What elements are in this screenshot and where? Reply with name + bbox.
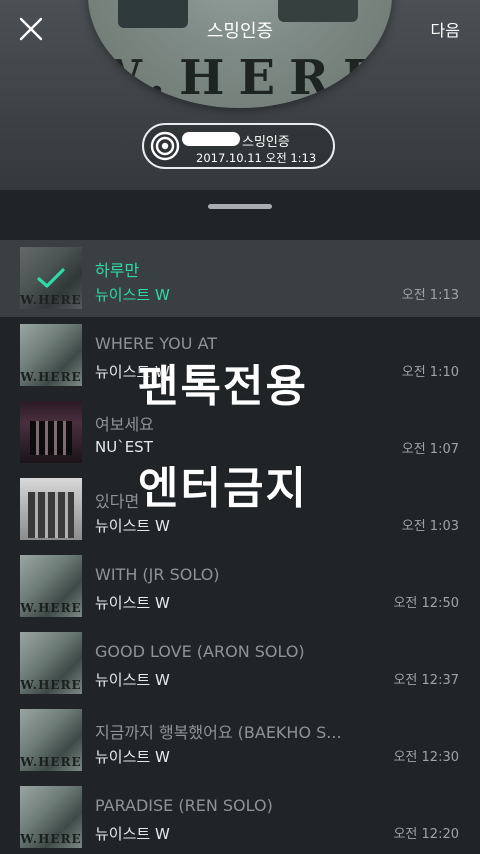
song-row[interactable]: 있다면뉴이스트 W 오전 1:03: [0, 471, 480, 548]
sheet-drag-handle[interactable]: [208, 204, 272, 209]
close-icon: [19, 17, 43, 41]
song-title: 여보세요: [95, 415, 154, 434]
song-list: 하루만뉴이스트 W 오전 1:13 WHERE YOU AT 뉴이스트 W 오전 1:1…: [0, 240, 480, 854]
album-thumbnail: [20, 632, 82, 694]
song-list-sheet: 하루만뉴이스트 W 오전 1:13 WHERE YOU AT 뉴이스트 W 오전 1:1…: [0, 191, 480, 854]
album-thumbnail: [20, 709, 82, 771]
song-played-time: 오전 12:20: [393, 827, 459, 842]
song-row[interactable]: PARADISE (REN SOLO) 뉴이스트 W 오전 12:20: [0, 779, 480, 854]
song-artist: NU`EST: [95, 438, 153, 456]
song-row[interactable]: 하루만뉴이스트 W 오전 1:13: [0, 240, 480, 317]
next-button[interactable]: 다음: [431, 17, 460, 41]
song-artist: 뉴이스트 W: [95, 363, 170, 381]
album-art-disc: W.HERE: [88, 0, 392, 108]
auth-badge-label: 스밍인증: [242, 135, 290, 150]
song-artist: 뉴이스트 W: [95, 825, 170, 843]
song-row[interactable]: 여보세요 NU`EST 오전 1:07: [0, 394, 480, 471]
song-artist: 뉴이스트 W: [95, 748, 170, 766]
song-artist: 뉴이스트 W: [95, 594, 170, 612]
song-title: WHERE YOU AT: [95, 334, 218, 353]
song-played-time: 오전 12:37: [393, 673, 459, 688]
redaction-mark: [182, 132, 240, 146]
song-row[interactable]: WITH (JR SOLO) 뉴이스트 W 오전 12:50: [0, 548, 480, 625]
auth-badge-timestamp: 2017.10.11 오전 1:13: [196, 151, 317, 165]
song-row[interactable]: WHERE YOU AT 뉴이스트 W 오전 1:10: [0, 317, 480, 394]
concentric-circles-icon: [150, 131, 180, 161]
song-row[interactable]: GOOD LOVE (ARON SOLO) 뉴이스트 W 오전 12:37: [0, 625, 480, 702]
song-title: 지금까지 행복했어요 (BAEKHO S...: [95, 723, 342, 742]
album-thumbnail: [20, 401, 82, 463]
song-artist: 뉴이스트 W: [95, 671, 170, 689]
check-icon: [37, 268, 65, 288]
close-button[interactable]: [14, 14, 48, 44]
song-played-time: 오전 1:03: [401, 519, 459, 534]
album-art-figure: [278, 0, 358, 22]
song-artist: 뉴이스트 W: [95, 517, 170, 535]
album-thumbnail: [20, 786, 82, 848]
song-played-time: 오전 12:30: [393, 750, 459, 765]
album-hero: W.HERE 스밍인증 다음 스밍인증 2017.10.11 오전 1:13: [0, 0, 480, 190]
song-title: 하루만: [95, 261, 140, 280]
song-title: 있다면: [95, 492, 140, 511]
song-played-time: 오전 12:50: [393, 596, 459, 611]
song-title: GOOD LOVE (ARON SOLO): [95, 642, 305, 661]
song-title: PARADISE (REN SOLO): [95, 796, 273, 815]
song-artist: 뉴이스트 W: [95, 286, 170, 304]
streaming-auth-badge: 스밍인증 2017.10.11 오전 1:13: [142, 123, 335, 169]
album-thumbnail: [20, 324, 82, 386]
album-thumbnail: [20, 478, 82, 540]
album-thumbnail: [20, 555, 82, 617]
song-played-time: 오전 1:10: [401, 365, 459, 380]
album-art-figure: [118, 0, 188, 28]
song-played-time: 오전 1:07: [401, 442, 459, 457]
song-played-time: 오전 1:13: [401, 288, 459, 303]
album-art-logo: W.HERE: [88, 50, 392, 106]
selected-overlay: [20, 247, 82, 309]
song-title: WITH (JR SOLO): [95, 565, 220, 584]
song-row[interactable]: 지금까지 행복했어요 (BAEKHO S... 뉴이스트 W 오전 12:30: [0, 702, 480, 779]
